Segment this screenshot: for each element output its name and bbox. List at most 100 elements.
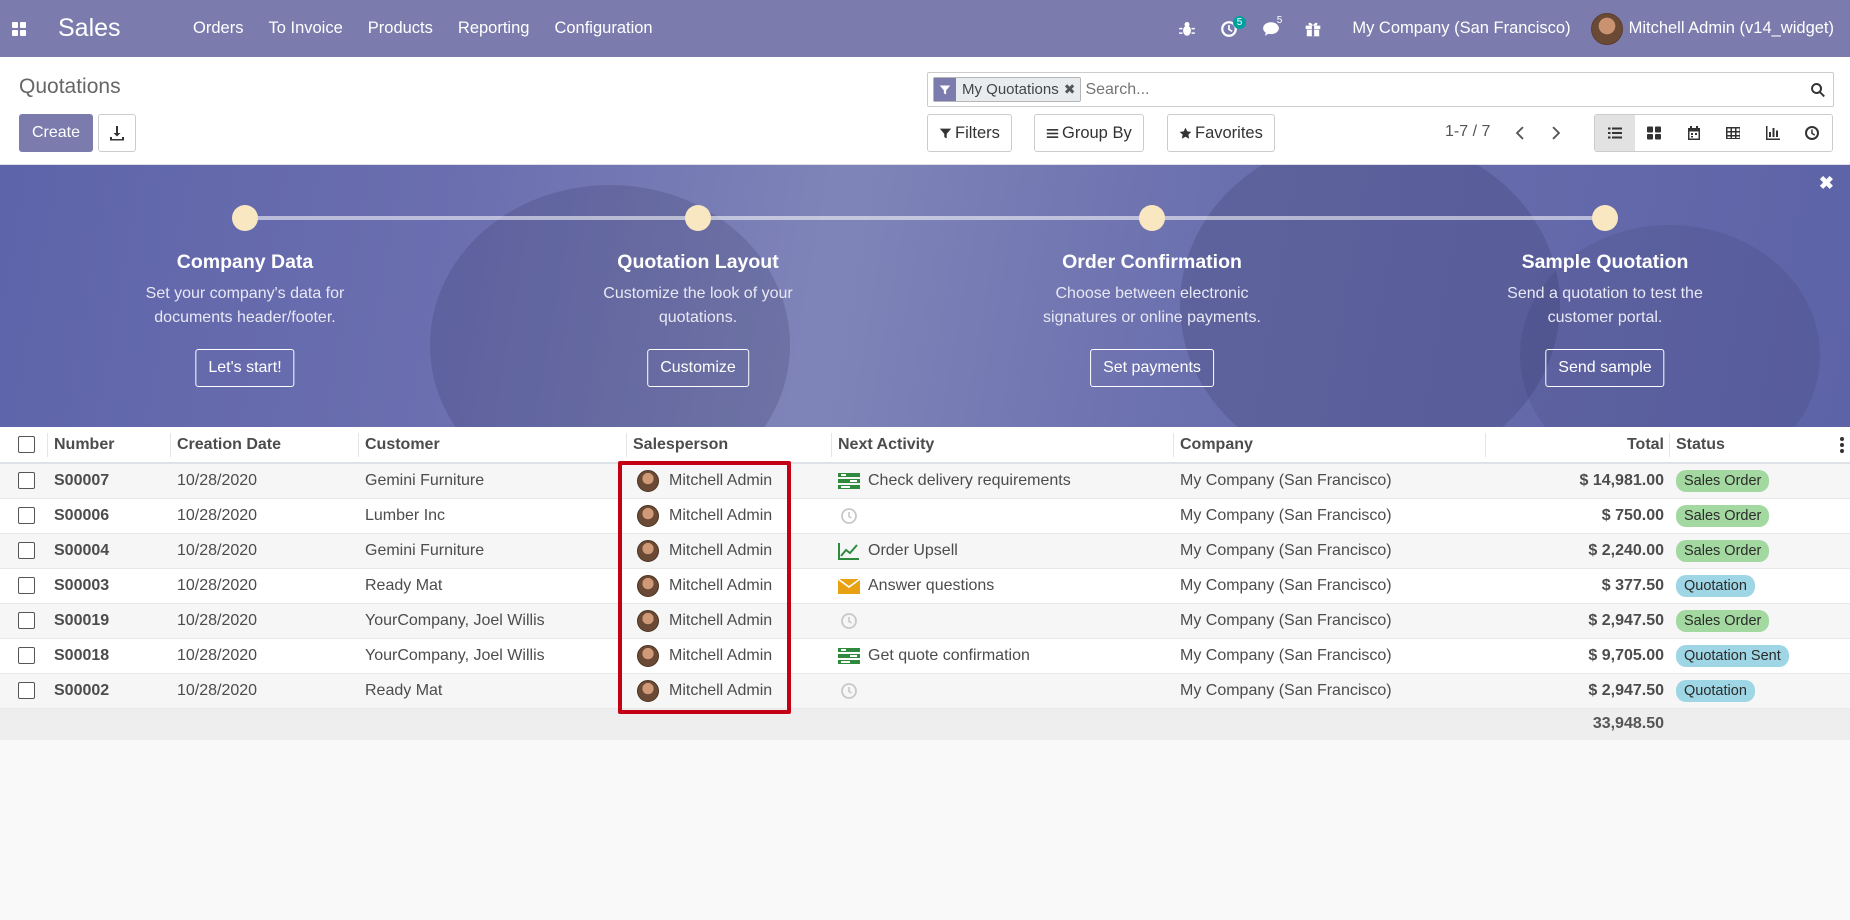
list-view-icon[interactable]	[1595, 115, 1635, 151]
row-checkbox[interactable]	[18, 681, 35, 699]
column-number[interactable]: Number	[48, 427, 171, 464]
avatar	[637, 469, 659, 492]
cell-next-activity: Check delivery requirements	[832, 463, 1174, 499]
column-customer[interactable]: Customer	[359, 427, 627, 464]
row-checkbox-cell	[0, 603, 48, 639]
salesperson-name: Mitchell Admin	[669, 541, 773, 559]
onboarding-banner: ✖ Company Data Set your company's data f…	[0, 165, 1850, 427]
cell-number: S00007	[48, 463, 171, 499]
menu-to-invoice[interactable]: To Invoice	[256, 19, 355, 38]
table-row[interactable]: S00007 10/28/2020 Gemini Furniture Mitchell…	[0, 463, 1850, 499]
bug-icon[interactable]	[1166, 0, 1208, 57]
gift-icon[interactable]	[1292, 0, 1334, 57]
company-switcher[interactable]: My Company (San Francisco)	[1352, 19, 1570, 38]
column-next-activity[interactable]: Next Activity	[832, 427, 1174, 464]
table-footer-total: 33,948.50	[0, 708, 1850, 740]
search-bar[interactable]: My Quotations ✖	[927, 72, 1834, 107]
cell-status: Quotation	[1670, 673, 1850, 709]
avatar	[1590, 12, 1623, 45]
row-checkbox[interactable]	[18, 472, 35, 490]
column-creation-date[interactable]: Creation Date	[171, 427, 359, 464]
activity-view-icon[interactable]	[1792, 115, 1832, 151]
activity-clock-icon[interactable]: 5	[1208, 0, 1250, 57]
table-row[interactable]: S00004 10/28/2020 Gemini Furniture Mitchell…	[0, 533, 1850, 569]
column-salesperson[interactable]: Salesperson	[627, 427, 832, 464]
table-row[interactable]: S00002 10/28/2020 Ready Mat Mitchell Admin M…	[0, 673, 1850, 709]
salesperson-widget[interactable]: Mitchell Admin	[633, 609, 826, 632]
step-dot	[1592, 205, 1618, 231]
groupby-button[interactable]: Group By	[1034, 114, 1144, 152]
set-payments-button[interactable]: Set payments	[1090, 349, 1214, 387]
close-icon[interactable]: ✖	[1819, 173, 1834, 194]
menu-products[interactable]: Products	[355, 19, 445, 38]
row-checkbox[interactable]	[18, 611, 35, 629]
cell-next-activity: Get quote confirmation	[832, 638, 1174, 674]
salesperson-widget[interactable]: Mitchell Admin	[633, 574, 826, 597]
select-all-checkbox[interactable]	[18, 435, 35, 453]
customize-button[interactable]: Customize	[647, 349, 749, 387]
avatar	[637, 644, 659, 667]
column-total[interactable]: Total	[1486, 427, 1670, 464]
table-row[interactable]: S00019 10/28/2020 YourCompany, Joel Willis…	[0, 603, 1850, 639]
tasks-icon[interactable]	[838, 471, 860, 491]
apps-grid-icon[interactable]	[0, 0, 38, 57]
navbar-systray: 5 5 My Company (San Francisco) Mitchell …	[1166, 0, 1850, 57]
pager-previous-icon[interactable]	[1506, 117, 1536, 149]
tasks-icon[interactable]	[838, 646, 860, 666]
cell-creation-date: 10/28/2020	[171, 568, 359, 604]
filters-button[interactable]: Filters	[927, 114, 1012, 152]
salesperson-widget[interactable]: Mitchell Admin	[633, 679, 826, 702]
clock-icon[interactable]	[838, 611, 860, 631]
cell-salesperson: Mitchell Admin	[627, 673, 832, 709]
step-title: Order Confirmation	[1062, 251, 1242, 273]
salesperson-widget[interactable]: Mitchell Admin	[633, 539, 826, 562]
pivot-view-icon[interactable]	[1713, 115, 1753, 151]
cell-total: $ 14,981.00	[1486, 463, 1670, 499]
table-row[interactable]: S00003 10/28/2020 Ready Mat Mitchell Admin A…	[0, 568, 1850, 604]
cell-salesperson: Mitchell Admin	[627, 568, 832, 604]
salesperson-widget[interactable]: Mitchell Admin	[633, 469, 826, 492]
row-checkbox[interactable]	[18, 576, 35, 594]
pager-next-icon[interactable]	[1540, 117, 1570, 149]
menu-orders[interactable]: Orders	[181, 19, 256, 38]
table-row[interactable]: S00018 10/28/2020 YourCompany, Joel Willis…	[0, 638, 1850, 674]
user-menu[interactable]: Mitchell Admin (v14_widget)	[1590, 12, 1834, 45]
salesperson-widget[interactable]: Mitchell Admin	[633, 504, 826, 527]
kanban-view-icon[interactable]	[1634, 115, 1674, 151]
pager-value[interactable]: 1-7 / 7	[1445, 123, 1490, 141]
row-checkbox-cell	[0, 568, 48, 604]
activity-summary: Get quote confirmation	[868, 646, 1030, 664]
facet-remove-icon[interactable]: ✖	[1064, 81, 1081, 98]
row-checkbox[interactable]	[18, 541, 35, 559]
clock-icon[interactable]	[838, 506, 860, 526]
column-company[interactable]: Company	[1174, 427, 1486, 464]
row-checkbox[interactable]	[18, 506, 35, 524]
favorites-button[interactable]: Favorites	[1167, 114, 1275, 152]
status-badge: Quotation Sent	[1676, 644, 1789, 667]
top-navbar: Sales Orders To Invoice Products Reporti…	[0, 0, 1850, 57]
download-button[interactable]	[98, 114, 136, 152]
search-facet[interactable]: My Quotations ✖	[933, 77, 1082, 102]
column-status[interactable]: Status	[1676, 436, 1725, 453]
menu-reporting[interactable]: Reporting	[445, 19, 542, 38]
chat-icon[interactable]: 5	[1250, 0, 1292, 57]
step-dot	[1139, 205, 1165, 231]
column-options-icon[interactable]	[1840, 437, 1844, 453]
graph-view-icon[interactable]	[1753, 115, 1793, 151]
lets-start-button[interactable]: Let's start!	[195, 349, 295, 387]
row-checkbox-cell	[0, 638, 48, 674]
search-input[interactable]	[1085, 80, 1803, 99]
app-name[interactable]: Sales	[58, 14, 121, 43]
salesperson-widget[interactable]: Mitchell Admin	[633, 644, 826, 667]
create-button[interactable]: Create	[19, 114, 93, 152]
line-chart-icon[interactable]	[838, 541, 860, 561]
row-checkbox[interactable]	[18, 646, 35, 664]
clock-icon[interactable]	[838, 681, 860, 701]
search-icon[interactable]	[1803, 82, 1833, 98]
calendar-view-icon[interactable]	[1674, 115, 1714, 151]
send-sample-button[interactable]: Send sample	[1545, 349, 1665, 387]
table-header: Number Creation Date Customer Salesperso…	[0, 427, 1850, 464]
table-row[interactable]: S00006 10/28/2020 Lumber Inc Mitchell Admin…	[0, 498, 1850, 534]
envelope-icon[interactable]	[838, 576, 860, 596]
menu-configuration[interactable]: Configuration	[542, 19, 665, 38]
